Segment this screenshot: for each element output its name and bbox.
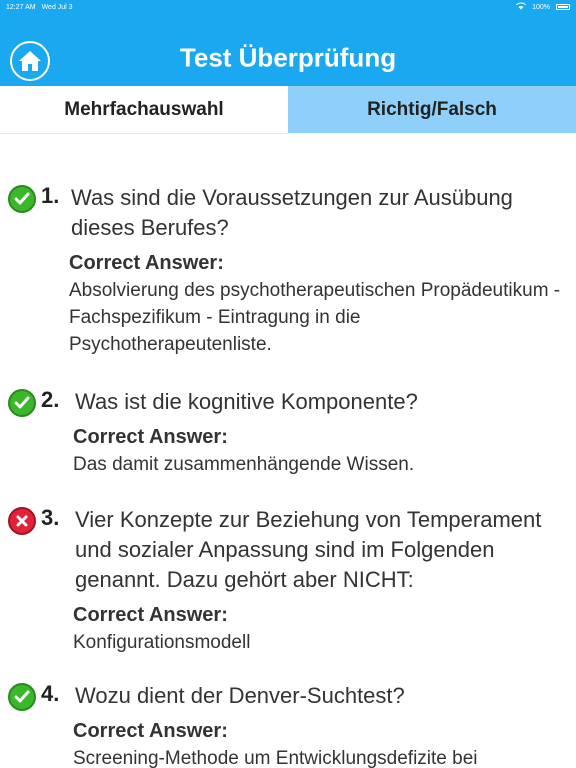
question-number: 3. xyxy=(41,505,60,530)
question-row: 3. Vier Konzepte zur Beziehung von Tempe… xyxy=(8,505,568,595)
tab-multiple-choice[interactable]: Mehrfachauswahl xyxy=(0,86,288,133)
answer-label: Correct Answer: xyxy=(69,252,224,274)
question-number: 1. xyxy=(41,183,60,208)
answer-text: Screening-Methode um Entwicklungsdefizit… xyxy=(73,748,478,768)
question-text: Vier Konzepte zur Beziehung von Temperam… xyxy=(75,507,542,592)
answer-block: Correct Answer: Absolvierung des psychot… xyxy=(69,249,568,358)
question-text: Wozu dient der Denver-Suchtest? xyxy=(75,683,405,708)
close-icon xyxy=(8,507,36,535)
check-icon xyxy=(8,683,36,711)
answer-label: Correct Answer: xyxy=(73,720,228,742)
answer-text: Konfigurationsmodell xyxy=(73,632,251,653)
answer-text: Das damit zusammenhängende Wissen. xyxy=(73,454,415,475)
question-number: 4. xyxy=(41,681,60,706)
battery-percent: 100% xyxy=(532,3,550,11)
answer-block: Correct Answer: Screening-Methode um Ent… xyxy=(73,717,568,768)
tab-bar: Mehrfachauswahl Richtig/Falsch xyxy=(0,86,576,133)
tab-true-false[interactable]: Richtig/Falsch xyxy=(288,86,576,133)
list-item: 1. Was sind die Voraussetzungen zur Ausü… xyxy=(8,183,568,358)
check-icon xyxy=(8,389,36,417)
check-icon xyxy=(8,185,36,213)
list-item: 3. Vier Konzepte zur Beziehung von Tempe… xyxy=(8,505,568,656)
answer-text: Absolvierung des psychotherapeutischen P… xyxy=(69,280,561,355)
answer-label: Correct Answer: xyxy=(73,426,228,448)
status-right: 100% xyxy=(516,2,570,12)
status-time: 12:27 AM xyxy=(6,3,36,11)
question-number: 2. xyxy=(41,387,60,412)
status-bar: 12:27 AM Wed Jul 3 100% xyxy=(0,0,576,14)
question-text: Was sind die Voraussetzungen zur Ausübun… xyxy=(71,185,513,240)
status-left: 12:27 AM Wed Jul 3 xyxy=(6,4,73,11)
question-row: 4. Wozu dient der Denver-Suchtest? xyxy=(8,681,568,711)
page-title: Test Überprüfung xyxy=(179,42,397,73)
answer-block: Correct Answer: Das damit zusammenhängen… xyxy=(73,423,568,478)
answer-block: Correct Answer: Konfigurationsmodell xyxy=(73,601,568,656)
list-item: 2. Was ist die kognitive Komponente? Cor… xyxy=(8,387,568,478)
battery-icon xyxy=(556,4,570,10)
question-row: 1. Was sind die Voraussetzungen zur Ausü… xyxy=(8,183,568,243)
header: Test Überprüfung xyxy=(0,14,576,86)
status-date: Wed Jul 3 xyxy=(41,3,73,11)
question-row: 2. Was ist die kognitive Komponente? xyxy=(8,387,568,417)
results-list[interactable]: 1. Was sind die Voraussetzungen zur Ausü… xyxy=(0,133,576,768)
list-item: 4. Wozu dient der Denver-Suchtest? Corre… xyxy=(8,681,568,768)
wifi-icon xyxy=(516,2,526,12)
answer-label: Correct Answer: xyxy=(73,604,228,626)
question-text: Was ist die kognitive Komponente? xyxy=(75,389,418,414)
